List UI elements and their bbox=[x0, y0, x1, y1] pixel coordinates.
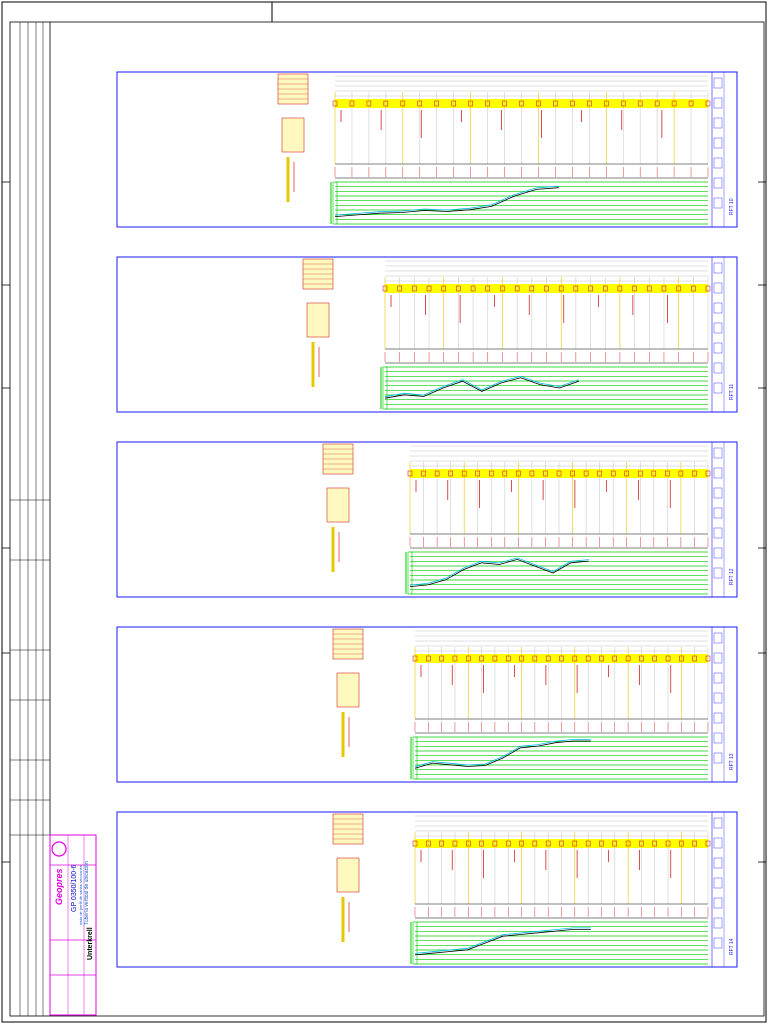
title-block: Geopres GP 0350/100-6 Unterkrell Tubería… bbox=[49, 834, 97, 1016]
pipe-profile-line bbox=[414, 739, 591, 768]
terrain-profile-line bbox=[414, 740, 591, 769]
profile-panel: RFT 13 bbox=[116, 626, 738, 783]
profile-panel: RFT 12 bbox=[116, 441, 738, 598]
panel-label: RFT 10 bbox=[729, 198, 735, 215]
panel-label: RFT 14 bbox=[729, 938, 735, 955]
inner-frame bbox=[9, 21, 765, 1017]
profile-panel: RFT 14 bbox=[116, 811, 738, 968]
panel-label: RFT 11 bbox=[729, 384, 735, 400]
pipe-profile-line bbox=[409, 557, 589, 586]
title-strip bbox=[10, 22, 51, 1016]
logo-text: Geopres bbox=[54, 868, 64, 905]
project-line: Tubería vertical de ubicación bbox=[84, 861, 90, 925]
company-name: Unterkrell bbox=[87, 927, 94, 960]
profile-panels: RFT 10 RFT 11 RFT 12 RFT 13 RFT 14 bbox=[116, 71, 738, 968]
panel-label: RFT 12 bbox=[729, 568, 735, 585]
panel-label: RFT 13 bbox=[729, 753, 735, 770]
profile-panel: RFT 10 bbox=[116, 71, 738, 228]
drawing-number: GP 0350/100-6 bbox=[71, 865, 78, 912]
subtitle-line: vista de perfil de varias secciones bbox=[78, 865, 83, 925]
profile-panel: RFT 11 bbox=[116, 256, 738, 413]
logo-icon bbox=[51, 841, 67, 857]
terrain-profile-line bbox=[409, 558, 589, 587]
drawing-sheet: Geopres GP 0350/100-6 Unterkrell Tubería… bbox=[1, 1, 767, 1023]
